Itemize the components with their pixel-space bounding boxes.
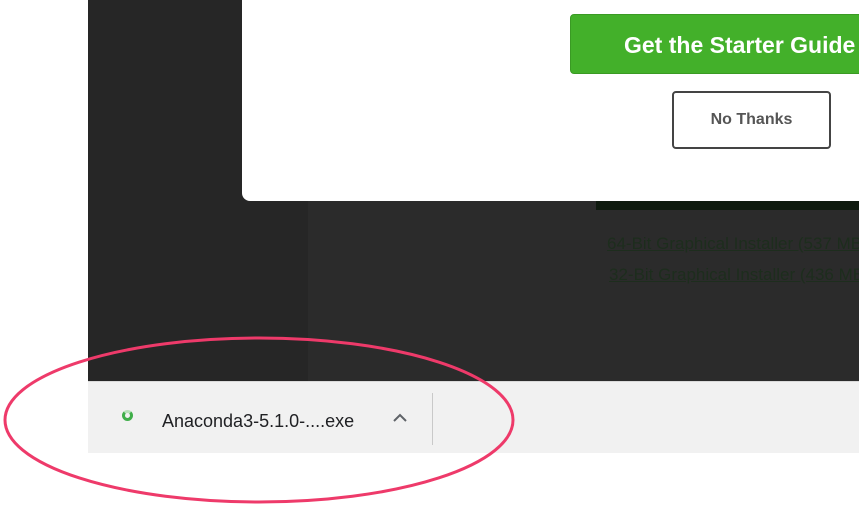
chevron-up-icon[interactable] [388,406,412,430]
installer-link-32bit[interactable]: 32-Bit Graphical Installer (436 MB) [609,265,859,285]
installer-link-64bit[interactable]: 64-Bit Graphical Installer (537 MB) [607,234,859,254]
no-thanks-button[interactable]: No Thanks [672,91,831,149]
download-shelf-divider [432,393,433,445]
loading-spinner-icon [122,410,133,421]
download-file-name[interactable]: Anaconda3-5.1.0-....exe [162,411,354,432]
get-starter-guide-button[interactable]: Get the Starter Guide [570,14,859,74]
